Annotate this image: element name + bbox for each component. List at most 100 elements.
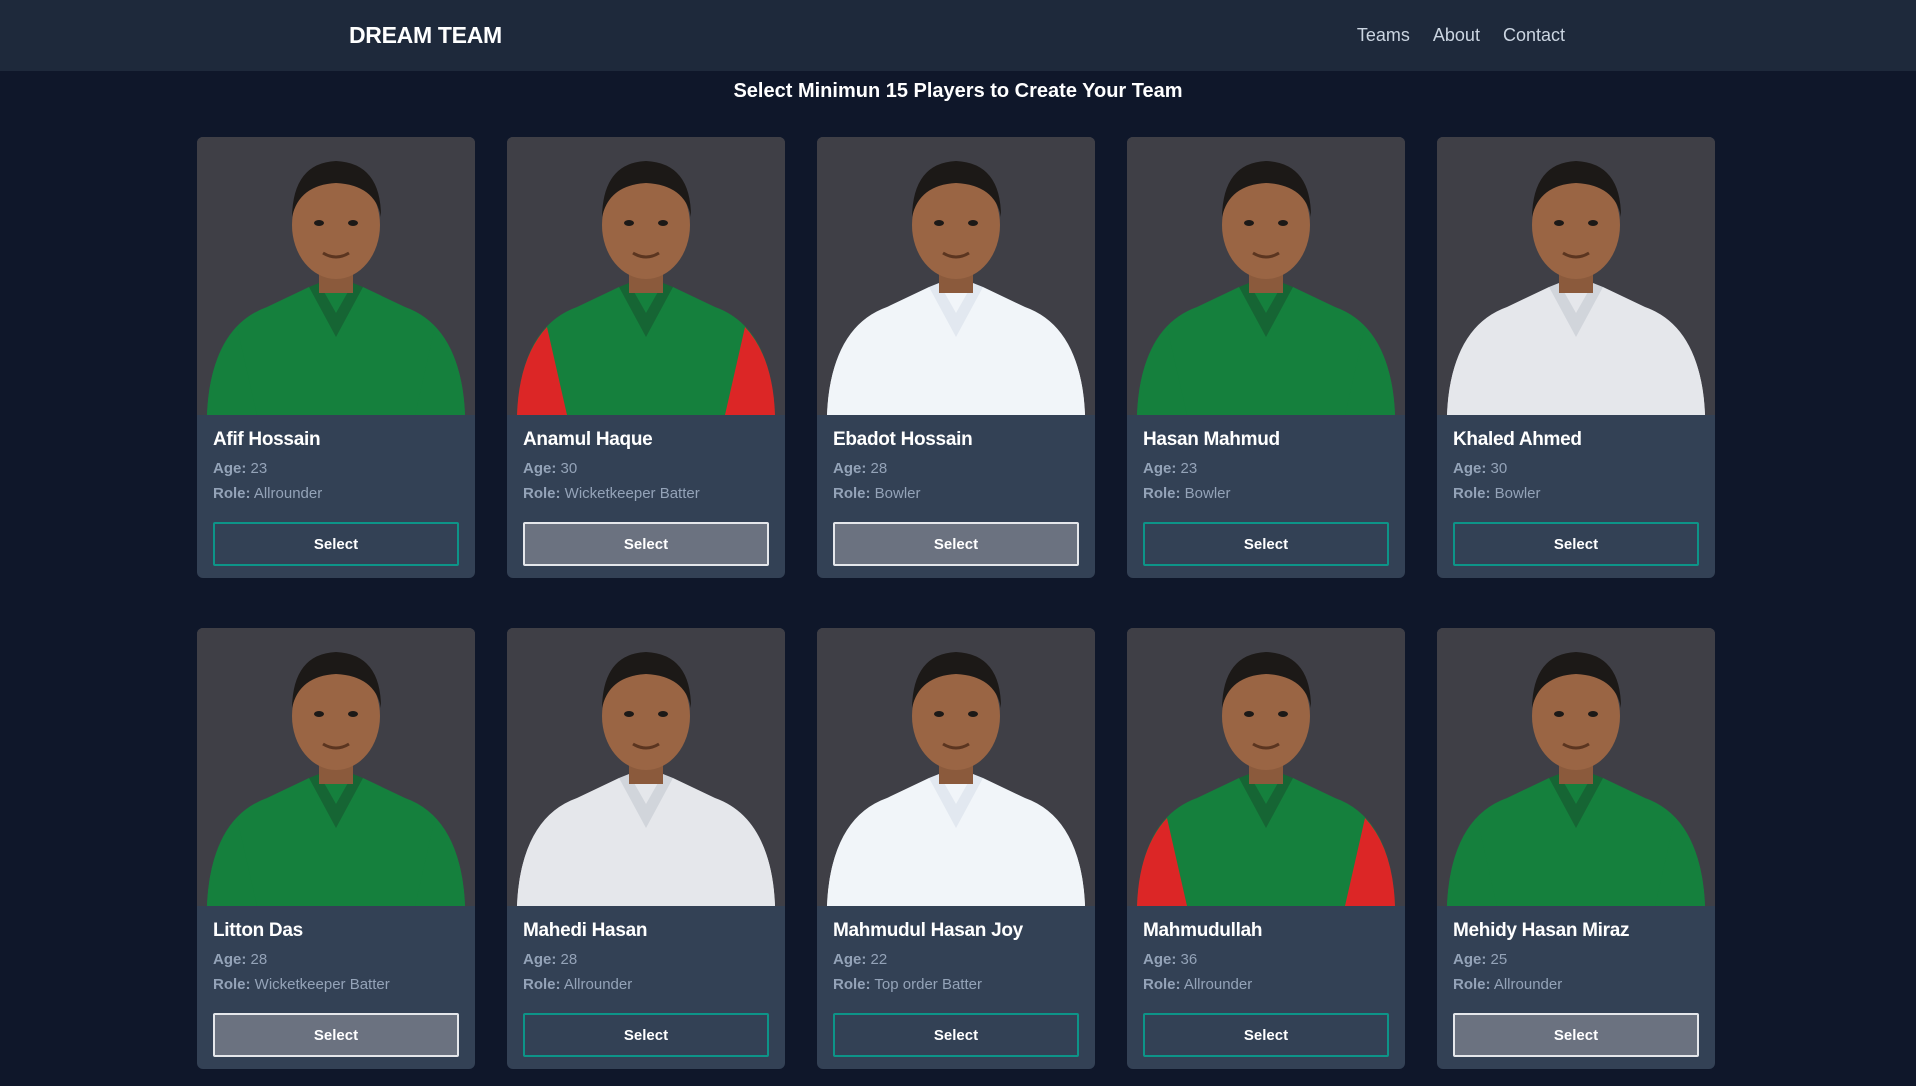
player-card: Litton Das Age: 28 Role: Wicketkeeper Ba…	[197, 628, 475, 1069]
role-label: Role:	[1143, 976, 1181, 993]
player-role: Role: Allrounder	[523, 976, 769, 994]
player-portrait-icon	[1437, 137, 1715, 415]
player-name: Afif Hossain	[213, 429, 321, 450]
player-role: Role: Allrounder	[1453, 976, 1699, 994]
select-player-button[interactable]: Select	[213, 522, 459, 566]
player-portrait-icon	[1437, 628, 1715, 906]
role-value: Allrounder	[1493, 976, 1563, 993]
age-label: Age:	[1453, 460, 1487, 477]
player-photo	[507, 137, 785, 415]
player-photo	[1437, 628, 1715, 906]
player-name: Mahmudullah	[1143, 920, 1263, 941]
select-player-button[interactable]: Select	[1143, 1013, 1389, 1057]
player-photo	[817, 628, 1095, 906]
player-photo	[197, 628, 475, 906]
select-player-button[interactable]: Select	[1453, 522, 1699, 566]
player-age: Age: 25	[1453, 951, 1699, 969]
player-card: Anamul Haque Age: 30 Role: Wicketkeeper …	[507, 137, 785, 578]
age-value: 28	[250, 951, 268, 968]
nav-link-teams[interactable]: Teams	[1357, 25, 1410, 46]
age-value: 28	[870, 460, 888, 477]
select-player-button[interactable]: Select	[833, 522, 1079, 566]
player-role: Role: Top order Batter	[833, 976, 1079, 994]
player-card: Afif Hossain Age: 23 Role: Allrounder Se…	[197, 137, 475, 578]
player-photo	[1437, 137, 1715, 415]
select-player-button[interactable]: Select	[213, 1013, 459, 1057]
player-portrait-icon	[1127, 137, 1405, 415]
role-label: Role:	[523, 485, 561, 502]
player-card: Khaled Ahmed Age: 30 Role: Bowler Select	[1437, 137, 1715, 578]
navbar: DREAM TEAM Teams About Contact	[0, 0, 1916, 71]
player-photo	[507, 628, 785, 906]
role-label: Role:	[833, 485, 871, 502]
player-role: Role: Bowler	[833, 485, 1079, 503]
age-value: 23	[1180, 460, 1198, 477]
age-value: 28	[560, 951, 578, 968]
player-age: Age: 28	[213, 951, 459, 969]
player-card: Hasan Mahmud Age: 23 Role: Bowler Select	[1127, 137, 1405, 578]
select-player-button[interactable]: Select	[523, 1013, 769, 1057]
role-label: Role:	[1453, 976, 1491, 993]
player-role: Role: Wicketkeeper Batter	[523, 485, 769, 503]
nav-links: Teams About Contact	[1357, 25, 1565, 46]
role-value: Allrounder	[253, 485, 323, 502]
role-value: Bowler	[1494, 485, 1541, 502]
player-card: Mehidy Hasan Miraz Age: 25 Role: Allroun…	[1437, 628, 1715, 1069]
age-label: Age:	[523, 460, 557, 477]
player-age: Age: 23	[213, 460, 459, 478]
player-portrait-icon	[817, 628, 1095, 906]
player-portrait-icon	[507, 137, 785, 415]
player-age: Age: 30	[523, 460, 769, 478]
select-player-button[interactable]: Select	[1453, 1013, 1699, 1057]
age-label: Age:	[523, 951, 557, 968]
player-name: Ebadot Hossain	[833, 429, 973, 450]
player-card: Mahedi Hasan Age: 28 Role: Allrounder Se…	[507, 628, 785, 1069]
age-value: 30	[560, 460, 578, 477]
select-player-button[interactable]: Select	[1143, 522, 1389, 566]
player-role: Role: Wicketkeeper Batter	[213, 976, 459, 994]
age-value: 22	[870, 951, 888, 968]
role-value: Bowler	[874, 485, 921, 502]
role-label: Role:	[1453, 485, 1491, 502]
age-value: 25	[1490, 951, 1508, 968]
age-value: 30	[1490, 460, 1508, 477]
role-value: Top order Batter	[874, 976, 982, 993]
player-name: Mahedi Hasan	[523, 920, 648, 941]
select-player-button[interactable]: Select	[833, 1013, 1079, 1057]
nav-link-about[interactable]: About	[1433, 25, 1480, 46]
player-age: Age: 28	[833, 460, 1079, 478]
player-photo	[1127, 137, 1405, 415]
player-portrait-icon	[197, 137, 475, 415]
role-label: Role:	[213, 976, 251, 993]
role-value: Wicketkeeper Batter	[254, 976, 390, 993]
age-value: 36	[1180, 951, 1198, 968]
age-label: Age:	[213, 460, 247, 477]
role-value: Bowler	[1184, 485, 1231, 502]
player-name: Khaled Ahmed	[1453, 429, 1582, 450]
player-role: Role: Allrounder	[213, 485, 459, 503]
age-label: Age:	[833, 460, 867, 477]
player-card: Ebadot Hossain Age: 28 Role: Bowler Sele…	[817, 137, 1095, 578]
player-name: Anamul Haque	[523, 429, 653, 450]
select-player-button[interactable]: Select	[523, 522, 769, 566]
age-label: Age:	[1143, 951, 1177, 968]
player-role: Role: Bowler	[1143, 485, 1389, 503]
player-role: Role: Allrounder	[1143, 976, 1389, 994]
player-portrait-icon	[197, 628, 475, 906]
player-age: Age: 28	[523, 951, 769, 969]
player-grid: Afif Hossain Age: 23 Role: Allrounder Se…	[197, 137, 1715, 1069]
player-age: Age: 36	[1143, 951, 1389, 969]
age-label: Age:	[213, 951, 247, 968]
role-value: Wicketkeeper Batter	[564, 485, 700, 502]
role-label: Role:	[1143, 485, 1181, 502]
player-name: Mehidy Hasan Miraz	[1453, 920, 1630, 941]
player-age: Age: 30	[1453, 460, 1699, 478]
brand-logo[interactable]: DREAM TEAM	[349, 22, 502, 49]
player-name: Mahmudul Hasan Joy	[833, 920, 1023, 941]
age-label: Age:	[1453, 951, 1487, 968]
nav-link-contact[interactable]: Contact	[1503, 25, 1565, 46]
role-label: Role:	[523, 976, 561, 993]
age-value: 23	[250, 460, 268, 477]
player-name: Litton Das	[213, 920, 303, 941]
player-age: Age: 22	[833, 951, 1079, 969]
